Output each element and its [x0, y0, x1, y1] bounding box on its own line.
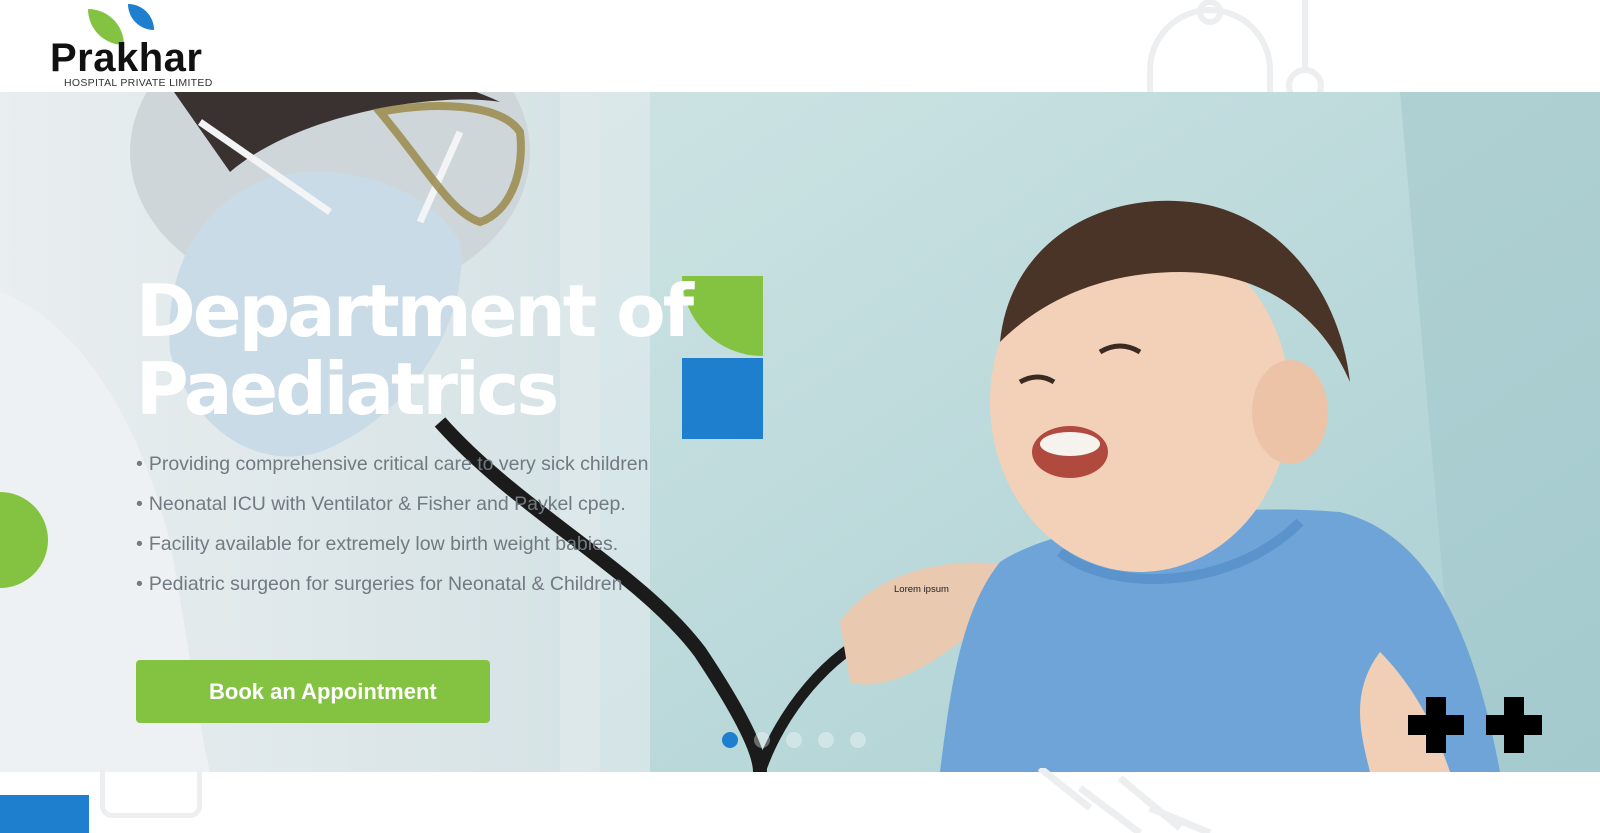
hero-banner: Department of Paediatrics • Providing com… [0, 92, 1600, 772]
book-appointment-button[interactable]: Book an Appointment [136, 660, 490, 723]
site-header: Prakhar HOSPITAL PRIVATE LIMITED [0, 0, 1600, 92]
page-title: Department of Paediatrics [136, 269, 694, 431]
stethoscope-outline-icon [1147, 0, 1324, 92]
bullet-item: • Providing comprehensive critical care t… [136, 453, 649, 475]
bullet-item: • Neonatal ICU with Ventilator & Fisher a… [136, 493, 626, 515]
logo-subtitle: HOSPITAL PRIVATE LIMITED [64, 77, 213, 89]
title-line-1: Department of [136, 269, 694, 353]
syringe-outline-icon [1037, 768, 1212, 833]
blue-square-decoration [682, 358, 763, 439]
slider-dot-1[interactable] [722, 732, 738, 748]
plus-icon [1486, 697, 1542, 753]
blue-corner-decoration [0, 795, 89, 833]
title-line-2: Paediatrics [136, 347, 559, 431]
plus-icon [1408, 697, 1464, 753]
service-bullet-list: • Providing comprehensive critical care t… [136, 449, 648, 609]
image-caption: Lorem ipsum [894, 584, 949, 595]
bed-outline-icon [100, 768, 202, 818]
logo-blue-leaf-icon [128, 4, 154, 30]
logo-name: Prakhar [50, 36, 203, 80]
bullet-item: • Facility available for extremely low bi… [136, 533, 619, 555]
hospital-logo[interactable]: Prakhar HOSPITAL PRIVATE LIMITED [50, 4, 240, 90]
bullet-item: • Pediatric surgeon for surgeries for Neo… [136, 573, 623, 595]
slider-dot-2[interactable] [754, 732, 770, 748]
slider-dot-4[interactable] [818, 732, 834, 748]
slider-dot-5[interactable] [850, 732, 866, 748]
slider-dot-3[interactable] [786, 732, 802, 748]
